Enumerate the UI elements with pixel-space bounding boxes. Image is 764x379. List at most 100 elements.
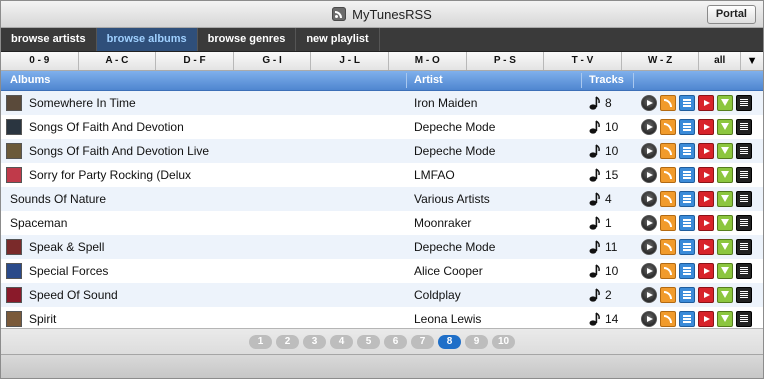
youtube-icon[interactable] (698, 191, 714, 207)
column-header-albums[interactable]: Albums (10, 71, 50, 90)
play-icon[interactable] (641, 239, 657, 255)
playlist-icon[interactable] (679, 143, 695, 159)
info-icon[interactable] (736, 311, 752, 327)
download-icon[interactable] (717, 287, 733, 303)
info-icon[interactable] (736, 143, 752, 159)
album-name[interactable]: Somewhere In Time (29, 91, 136, 115)
album-name[interactable]: Speak & Spell (29, 235, 104, 259)
album-cover-thumbnail[interactable] (6, 287, 22, 303)
rss-feed-icon[interactable] (660, 95, 676, 111)
info-icon[interactable] (736, 95, 752, 111)
play-icon[interactable] (641, 167, 657, 183)
letter-filter-item[interactable]: W - Z (622, 52, 700, 70)
rss-feed-icon[interactable] (660, 215, 676, 231)
filter-icon[interactable]: ▼ (741, 52, 763, 70)
table-row[interactable]: Spaceman Moonraker 1 (1, 211, 763, 235)
artist-name[interactable]: Iron Maiden (414, 91, 477, 115)
artist-name[interactable]: Alice Cooper (414, 259, 483, 283)
playlist-icon[interactable] (679, 311, 695, 327)
tab-browse-albums[interactable]: browse albums (96, 28, 198, 51)
play-icon[interactable] (641, 311, 657, 327)
portal-button[interactable]: Portal (706, 5, 756, 24)
playlist-icon[interactable] (679, 191, 695, 207)
rss-feed-icon[interactable] (660, 311, 676, 327)
table-row[interactable]: Songs Of Faith And Devotion Live Depeche … (1, 139, 763, 163)
rss-feed-icon[interactable] (660, 143, 676, 159)
page-button[interactable]: 9 (465, 335, 488, 349)
rss-feed-icon[interactable] (660, 287, 676, 303)
info-icon[interactable] (736, 215, 752, 231)
download-icon[interactable] (717, 311, 733, 327)
letter-filter-item[interactable]: J - L (311, 52, 389, 70)
letter-filter-item[interactable]: G - I (234, 52, 312, 70)
table-row[interactable]: Songs Of Faith And Devotion Depeche Mode 1… (1, 115, 763, 139)
youtube-icon[interactable] (698, 287, 714, 303)
letter-filter-item[interactable]: T - V (544, 52, 622, 70)
artist-name[interactable]: Coldplay (414, 283, 461, 307)
youtube-icon[interactable] (698, 239, 714, 255)
youtube-icon[interactable] (698, 215, 714, 231)
letter-filter-item[interactable]: D - F (156, 52, 234, 70)
playlist-icon[interactable] (679, 215, 695, 231)
artist-name[interactable]: LMFAO (414, 163, 455, 187)
album-name[interactable]: Sorry for Party Rocking (Delux (29, 163, 191, 187)
page-button[interactable]: 5 (357, 335, 380, 349)
playlist-icon[interactable] (679, 287, 695, 303)
page-button[interactable]: 7 (411, 335, 434, 349)
letter-filter-item[interactable]: A - C (79, 52, 157, 70)
album-cover-thumbnail[interactable] (6, 239, 22, 255)
youtube-icon[interactable] (698, 143, 714, 159)
album-name[interactable]: Spaceman (10, 211, 67, 235)
download-icon[interactable] (717, 143, 733, 159)
youtube-icon[interactable] (698, 263, 714, 279)
album-cover-thumbnail[interactable] (6, 167, 22, 183)
page-button[interactable]: 3 (303, 335, 326, 349)
letter-filter-item[interactable]: P - S (467, 52, 545, 70)
download-icon[interactable] (717, 239, 733, 255)
youtube-icon[interactable] (698, 311, 714, 327)
letter-filter-item[interactable]: 0 - 9 (1, 52, 79, 70)
youtube-icon[interactable] (698, 95, 714, 111)
playlist-icon[interactable] (679, 167, 695, 183)
page-button[interactable]: 2 (276, 335, 299, 349)
table-row[interactable]: Somewhere In Time Iron Maiden 8 (1, 91, 763, 115)
album-name[interactable]: Songs Of Faith And Devotion Live (29, 139, 209, 163)
playlist-icon[interactable] (679, 119, 695, 135)
column-header-tracks[interactable]: Tracks (589, 71, 624, 90)
rss-feed-icon[interactable] (660, 119, 676, 135)
letter-filter-all[interactable]: all (699, 52, 742, 70)
table-row[interactable]: Sorry for Party Rocking (Delux LMFAO 15 (1, 163, 763, 187)
tab-new-playlist[interactable]: new playlist (296, 28, 380, 51)
info-icon[interactable] (736, 119, 752, 135)
tab-browse-genres[interactable]: browse genres (198, 28, 297, 51)
album-cover-thumbnail[interactable] (6, 95, 22, 111)
letter-filter-item[interactable]: M - O (389, 52, 467, 70)
table-row[interactable]: Speak & Spell Depeche Mode 11 (1, 235, 763, 259)
album-cover-thumbnail[interactable] (6, 119, 22, 135)
info-icon[interactable] (736, 263, 752, 279)
info-icon[interactable] (736, 191, 752, 207)
youtube-icon[interactable] (698, 119, 714, 135)
play-icon[interactable] (641, 191, 657, 207)
album-cover-thumbnail[interactable] (6, 263, 22, 279)
play-icon[interactable] (641, 143, 657, 159)
album-name[interactable]: Speed Of Sound (29, 283, 118, 307)
play-icon[interactable] (641, 119, 657, 135)
album-name[interactable]: Special Forces (29, 259, 108, 283)
download-icon[interactable] (717, 95, 733, 111)
youtube-icon[interactable] (698, 167, 714, 183)
page-button[interactable]: 10 (492, 335, 515, 349)
artist-name[interactable]: Depeche Mode (414, 235, 495, 259)
page-button[interactable]: 6 (384, 335, 407, 349)
play-icon[interactable] (641, 287, 657, 303)
playlist-icon[interactable] (679, 239, 695, 255)
play-icon[interactable] (641, 95, 657, 111)
album-cover-thumbnail[interactable] (6, 143, 22, 159)
download-icon[interactable] (717, 215, 733, 231)
download-icon[interactable] (717, 191, 733, 207)
artist-name[interactable]: Depeche Mode (414, 115, 495, 139)
download-icon[interactable] (717, 167, 733, 183)
play-icon[interactable] (641, 215, 657, 231)
playlist-icon[interactable] (679, 95, 695, 111)
table-row[interactable]: Special Forces Alice Cooper 10 (1, 259, 763, 283)
